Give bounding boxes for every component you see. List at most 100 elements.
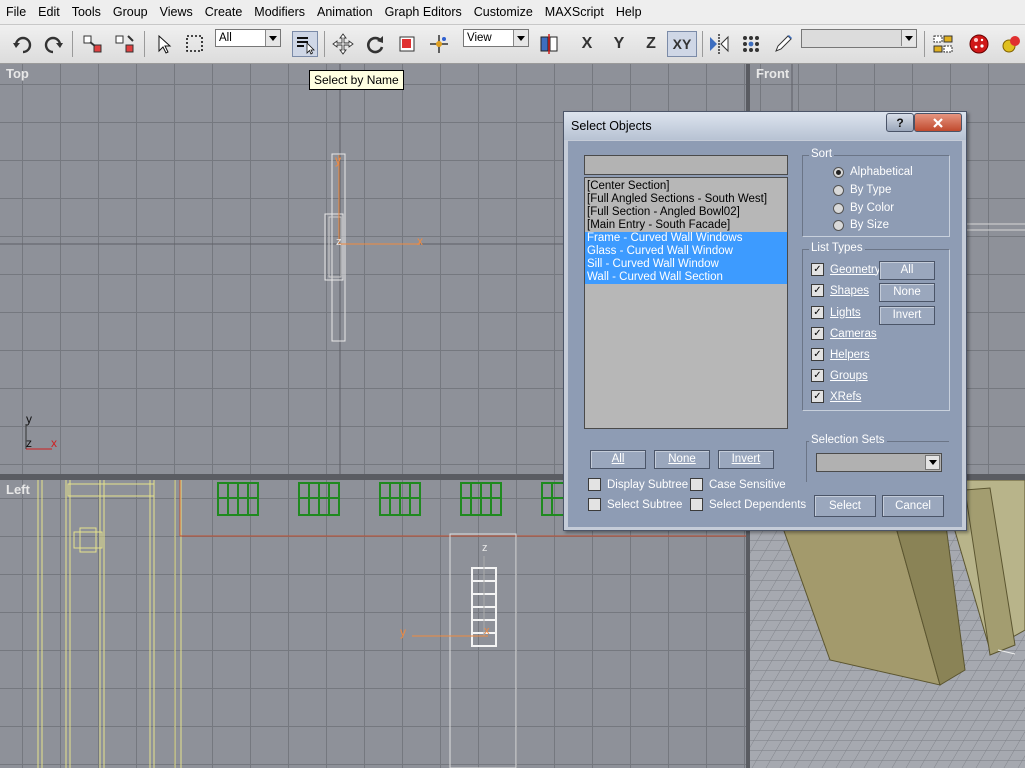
select-none-button[interactable]: None (654, 450, 710, 469)
menu-modifiers[interactable]: Modifiers (248, 0, 311, 24)
select-by-name-tooltip: Select by Name (309, 70, 404, 90)
object-list[interactable]: [Center Section] [Full Angled Sections -… (584, 177, 788, 429)
list-xrefs-checkbox[interactable]: ✓ XRefs (811, 390, 861, 403)
array-button[interactable] (738, 31, 764, 57)
render-scene-button[interactable] (998, 31, 1024, 57)
menu-edit[interactable]: Edit (32, 0, 66, 24)
case-sensitive-checkbox[interactable]: Case Sensitive (690, 478, 786, 491)
select-dependents-checkbox[interactable]: Select Dependents (690, 498, 806, 511)
select-dependents-label: Select Dependents (709, 498, 807, 511)
named-selection-sets-dropdown[interactable] (801, 29, 917, 48)
select-button[interactable]: Select (814, 495, 876, 517)
sort-alphabetical-radio[interactable]: Alphabetical (833, 166, 913, 178)
sort-by-color-radio[interactable]: By Color (833, 202, 894, 214)
select-object-button[interactable] (150, 31, 176, 57)
select-and-manipulate-button[interactable] (426, 31, 452, 57)
list-helpers-checkbox[interactable]: ✓ Helpers (811, 348, 870, 361)
dialog-body: [Center Section] [Full Angled Sections -… (568, 141, 962, 527)
object-list-item-selected[interactable]: Wall - Curved Wall Section (585, 271, 787, 284)
axis-label-x: x (484, 625, 490, 637)
unlink-icon (115, 35, 134, 53)
menu-help[interactable]: Help (610, 0, 648, 24)
checkmark-icon: ✓ (811, 306, 824, 319)
pivot-center-button[interactable] (536, 31, 562, 57)
select-and-scale-button[interactable] (394, 31, 420, 57)
menu-customize[interactable]: Customize (468, 0, 539, 24)
checkmark-icon: ✓ (811, 284, 824, 297)
constraint-y-button[interactable]: Y (606, 31, 632, 57)
sort-by-type-radio[interactable]: By Type (833, 184, 891, 196)
material-editor-button[interactable] (966, 31, 992, 57)
mirror-button[interactable] (706, 31, 732, 57)
axis-tripod-y: y (26, 412, 32, 426)
selection-filter-dropdown[interactable]: All (215, 29, 281, 47)
object-list-item-selected[interactable]: Frame - Curved Wall Windows (585, 232, 787, 245)
select-invert-button[interactable]: Invert (718, 450, 774, 469)
list-helpers-label: Helpers (830, 348, 870, 361)
constraint-xy-button[interactable]: XY (667, 31, 697, 57)
object-list-item[interactable]: [Center Section] (585, 180, 787, 193)
selection-sets-title: Selection Sets (809, 434, 887, 446)
select-and-move-button[interactable] (330, 31, 356, 57)
cancel-button[interactable]: Cancel (882, 495, 944, 517)
cursor-arrow-icon (158, 34, 172, 54)
constraint-z-label: Z (646, 35, 656, 52)
object-name-search-input[interactable] (584, 155, 788, 175)
named-selection-button[interactable] (770, 31, 796, 57)
reference-coordinate-dropdown[interactable]: View (463, 29, 529, 47)
select-and-link-button[interactable] (80, 31, 106, 57)
move-icon (332, 33, 354, 55)
selection-sets-dropdown[interactable] (816, 453, 942, 472)
menu-views[interactable]: Views (154, 0, 199, 24)
select-subtree-checkbox[interactable]: Select Subtree (588, 498, 682, 511)
axis-label-z: z (336, 236, 342, 248)
select-and-rotate-button[interactable] (362, 31, 388, 57)
array-icon (743, 36, 759, 52)
select-all-button[interactable]: All (590, 450, 646, 469)
help-icon: ? (896, 115, 904, 130)
menu-group[interactable]: Group (107, 0, 154, 24)
menu-file[interactable]: File (0, 0, 32, 24)
list-types-group-title: List Types (809, 242, 865, 254)
list-types-invert-button[interactable]: Invert (879, 306, 935, 325)
sort-by-size-radio[interactable]: By Size (833, 219, 889, 231)
list-types-all-button[interactable]: All (879, 261, 935, 280)
dialog-title-bar[interactable]: Select Objects ? (564, 112, 966, 140)
display-subtree-checkbox[interactable]: Display Subtree (588, 478, 688, 491)
link-icon (83, 35, 102, 53)
selection-filter-value: All (219, 32, 232, 44)
undo-icon (13, 36, 32, 54)
constraint-z-button[interactable]: Z (638, 31, 664, 57)
object-list-item-selected[interactable]: Glass - Curved Wall Window (585, 245, 787, 258)
select-objects-dialog: Select Objects ? [Center Section] [Full … (563, 111, 967, 531)
dialog-help-button[interactable]: ? (886, 113, 914, 132)
reference-coordinate-value: View (467, 32, 492, 44)
menu-create[interactable]: Create (199, 0, 249, 24)
menu-animation[interactable]: Animation (311, 0, 379, 24)
list-geometry-label: Geometry (830, 263, 881, 276)
menu-graph-editors[interactable]: Graph Editors (379, 0, 468, 24)
object-list-item[interactable]: [Full Angled Sections - South West] (585, 193, 787, 206)
checkmark-icon: ✓ (811, 390, 824, 403)
object-list-item-selected[interactable]: Sill - Curved Wall Window (585, 258, 787, 271)
list-types-none-button[interactable]: None (879, 283, 935, 302)
redo-button[interactable] (40, 31, 66, 57)
region-select-button[interactable] (182, 31, 208, 57)
undo-button[interactable] (10, 31, 36, 57)
list-groups-checkbox[interactable]: ✓ Groups (811, 369, 868, 382)
unlink-selection-button[interactable] (112, 31, 138, 57)
dialog-close-button[interactable] (914, 113, 962, 132)
constraint-x-button[interactable]: X (574, 31, 600, 57)
menu-tools[interactable]: Tools (66, 0, 107, 24)
list-cameras-checkbox[interactable]: ✓ Cameras (811, 327, 877, 340)
list-shapes-checkbox[interactable]: ✓ Shapes (811, 284, 869, 297)
layer-manager-button[interactable] (930, 31, 956, 57)
object-list-item[interactable]: [Main Entry - South Facade] (585, 219, 787, 232)
list-geometry-checkbox[interactable]: ✓ Geometry (811, 263, 881, 276)
select-by-name-button[interactable] (292, 31, 318, 57)
list-lights-checkbox[interactable]: ✓ Lights (811, 306, 861, 319)
object-list-item[interactable]: [Full Section - Angled Bowl02] (585, 206, 787, 219)
select-all-label: All (611, 453, 625, 465)
menu-maxscript[interactable]: MAXScript (539, 0, 610, 24)
scale-icon (399, 36, 415, 52)
